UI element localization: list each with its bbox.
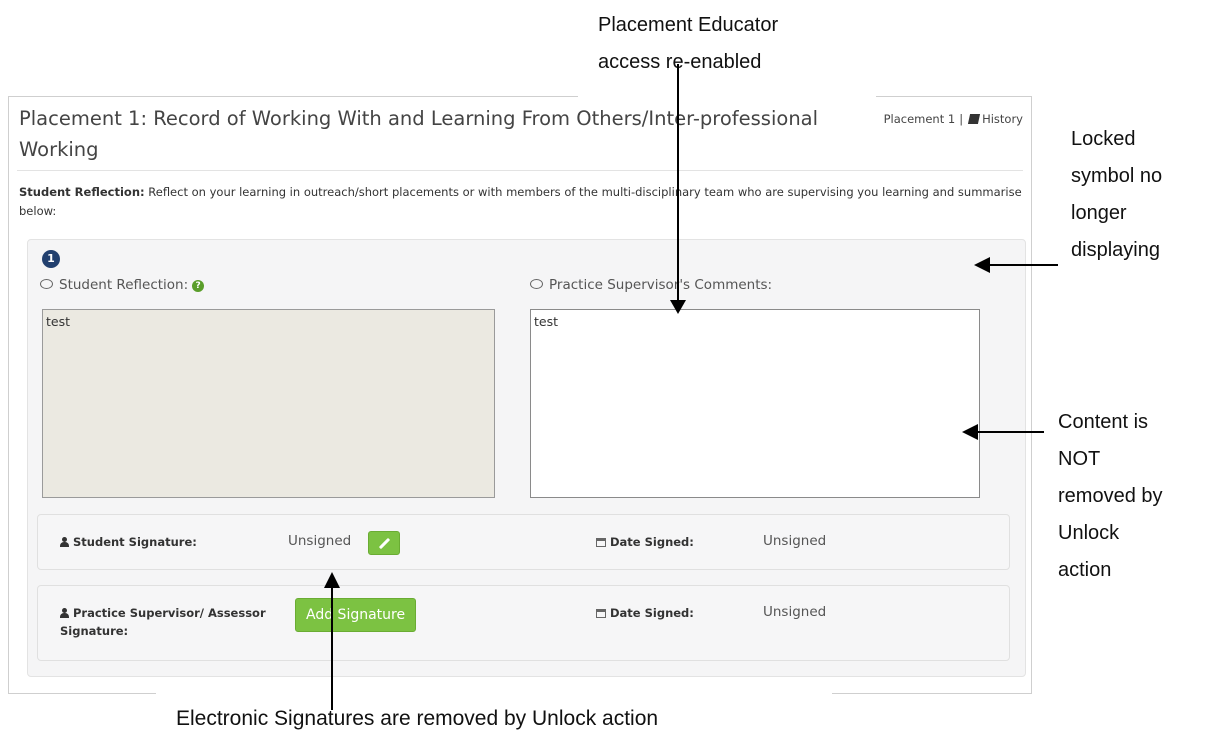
- arrow-right1-head: [974, 257, 990, 273]
- date-signed-label-text: Date Signed:: [610, 606, 694, 620]
- link-separator: |: [959, 112, 964, 126]
- arrow-right2-head: [962, 424, 978, 440]
- annotation-line: NOT: [1058, 448, 1101, 470]
- speech-bubble-icon: [530, 279, 543, 289]
- annotation-top-line1: Placement Educator: [598, 14, 779, 36]
- annotation-right-locked: Locked symbol no longer displaying: [1071, 124, 1162, 265]
- arrow-right2-line: [976, 431, 1044, 433]
- annotation-bottom: Electronic Signatures are removed by Unl…: [176, 707, 659, 730]
- header-links: Placement 1 | History: [884, 112, 1023, 126]
- add-signature-button[interactable]: Add Signature: [295, 598, 417, 632]
- user-icon: [60, 608, 69, 618]
- annotation-top-line2: access re-enabled: [598, 51, 762, 73]
- student-date-value: Unsigned: [763, 533, 827, 549]
- arrow-bottom-head: [324, 572, 340, 588]
- annotation-line: displaying: [1071, 239, 1160, 261]
- instructions: Student Reflection: Reflect on your lear…: [19, 183, 1024, 221]
- header-divider: [17, 170, 1023, 171]
- pencil-icon: [378, 537, 391, 550]
- calendar-icon: [596, 538, 606, 547]
- annotation-line: Unlock: [1058, 522, 1120, 544]
- arrow-bottom-line: [331, 586, 333, 710]
- supervisor-comments-label: Practice Supervisor's Comments:: [530, 277, 772, 293]
- placement-link[interactable]: Placement 1: [884, 112, 956, 126]
- student-signature-value: Unsigned: [288, 533, 352, 549]
- entry-number-badge: 1: [42, 250, 60, 268]
- edit-signature-button[interactable]: [368, 531, 400, 555]
- supervisor-date-value: Unsigned: [763, 604, 827, 620]
- question-circle-icon[interactable]: ?: [192, 280, 205, 292]
- page-title: Placement 1: Record of Working With and …: [19, 107, 819, 161]
- annotation-line: longer: [1071, 202, 1127, 224]
- supervisor-signature-row: Practice Supervisor/ Assessor Signature:…: [37, 585, 1010, 661]
- supervisor-date-label: Date Signed:: [596, 604, 694, 622]
- annotation-right-content: Content is NOT removed by Unlock action: [1058, 407, 1163, 585]
- student-signature-label-text: Student Signature:: [73, 535, 197, 549]
- annotation-line: action: [1058, 559, 1112, 581]
- student-reflection-label: Student Reflection:?: [40, 277, 205, 293]
- annotation-line: removed by: [1058, 485, 1163, 507]
- instructions-label: Student Reflection:: [19, 185, 145, 199]
- annotation-line: symbol no: [1071, 165, 1163, 187]
- user-icon: [60, 537, 69, 547]
- border-gap-bottom: [156, 692, 832, 696]
- supervisor-signature-label: Practice Supervisor/ Assessor Signature:: [60, 604, 290, 640]
- arrow-top-line: [677, 64, 679, 304]
- supervisor-comments-textarea[interactable]: test: [530, 309, 980, 498]
- annotation-line: Locked: [1071, 128, 1136, 150]
- calendar-icon: [596, 609, 606, 618]
- student-reflection-label-text: Student Reflection:: [59, 277, 189, 293]
- history-link[interactable]: History: [982, 112, 1023, 126]
- arrow-right1-line: [988, 264, 1058, 266]
- supervisor-signature-label-text: Practice Supervisor/ Assessor Signature:: [60, 606, 266, 638]
- supervisor-comments-label-text: Practice Supervisor's Comments:: [549, 277, 773, 293]
- speech-bubble-icon: [40, 279, 53, 289]
- student-signature-row: Student Signature: Unsigned Date Signed:…: [37, 514, 1010, 570]
- book-icon: [968, 114, 981, 124]
- student-signature-label: Student Signature:: [60, 533, 197, 551]
- student-date-label: Date Signed:: [596, 533, 694, 551]
- instructions-text: Reflect on your learning in outreach/sho…: [19, 185, 1022, 218]
- arrow-top-head: [670, 300, 686, 314]
- annotation-line: Content is: [1058, 411, 1149, 433]
- form-panel: Placement 1: Record of Working With and …: [8, 96, 1032, 694]
- date-signed-label-text: Date Signed:: [610, 535, 694, 549]
- border-gap-top: [578, 94, 876, 98]
- student-reflection-textarea: test: [42, 309, 495, 498]
